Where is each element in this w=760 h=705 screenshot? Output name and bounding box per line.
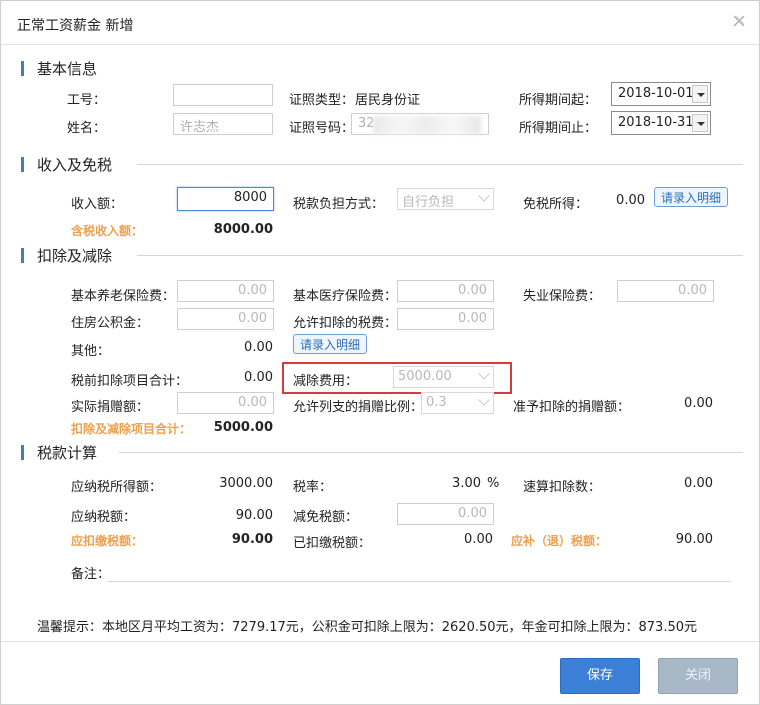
taxable-income-value: 8000.00 <box>213 222 273 237</box>
pretax-total-label: 税前扣除项目合计： <box>71 374 189 389</box>
allowed-donation-label: 准予扣除的捐赠额： <box>513 400 631 415</box>
period-start-select[interactable]: 2018-10-01 <box>611 82 711 106</box>
section-divider <box>137 164 743 165</box>
chevron-down-icon <box>478 394 490 406</box>
deduct-total-value: 5000.00 <box>213 420 273 435</box>
section-marker <box>21 61 24 76</box>
redaction-blur <box>373 116 481 134</box>
unemployment-label: 失业保险费： <box>523 289 602 304</box>
relief-label: 减免税额： <box>293 510 359 525</box>
id-type-label: 证照类型： <box>289 93 355 108</box>
reduction-value: 5000.00 <box>398 369 452 384</box>
income-label: 收入额： <box>71 197 124 212</box>
period-end-value: 2018-10-31 <box>618 115 694 130</box>
withhold-label: 应扣缴税额： <box>71 534 144 548</box>
chevron-down-icon[interactable] <box>692 85 708 103</box>
taxable-value: 3000.00 <box>219 476 273 491</box>
id-type-value: 居民身份证 <box>355 93 421 108</box>
section-title-income: 收入及免税 <box>37 156 113 174</box>
emp-no-input[interactable] <box>173 84 273 106</box>
allowed-donation-value: 0.00 <box>684 396 713 411</box>
rate-label: 税率： <box>293 480 333 495</box>
remark-input[interactable] <box>107 581 731 582</box>
refund-label: 应补（退）税额： <box>511 534 608 548</box>
donation-ratio-value: 0.3 <box>426 395 447 410</box>
chevron-down-icon[interactable] <box>692 114 708 132</box>
chevron-down-icon <box>478 190 490 202</box>
quick-label: 速算扣除数： <box>523 480 602 495</box>
remark-label: 备注： <box>71 567 111 582</box>
emp-no-label: 工号： <box>67 93 107 108</box>
deduct-total-label: 扣除及减除项目合计： <box>71 422 192 436</box>
taxable-label: 应纳税所得额： <box>71 480 163 495</box>
donation-input[interactable]: 0.00 <box>177 392 274 414</box>
income-input[interactable]: 8000 <box>177 187 274 211</box>
paid-label: 已扣缴税额： <box>293 536 372 551</box>
section-divider <box>119 452 743 453</box>
footer-divider <box>1 641 759 642</box>
allowed-tax-input[interactable]: 0.00 <box>397 308 494 330</box>
section-title-basic: 基本信息 <box>37 60 98 78</box>
section-title-tax: 税款计算 <box>37 444 98 462</box>
chevron-down-icon <box>478 368 490 380</box>
section-marker <box>21 248 24 263</box>
paid-value: 0.00 <box>464 532 493 547</box>
period-start-label: 所得期间起： <box>519 93 598 108</box>
id-no-label: 证照号码： <box>289 121 355 136</box>
other-detail-button[interactable]: 请录入明细 <box>293 334 368 354</box>
other-label: 其他： <box>71 344 111 359</box>
name-label: 姓名： <box>67 121 107 136</box>
period-start-value: 2018-10-01 <box>618 86 694 101</box>
rate-unit: % <box>487 476 500 491</box>
dialog-titlebar: 正常工资薪金 新增 <box>1 1 759 45</box>
section-divider <box>137 255 743 256</box>
period-end-select[interactable]: 2018-10-31 <box>611 111 711 135</box>
exempt-label: 免税所得： <box>523 197 589 212</box>
donation-ratio-label: 允许列支的捐赠比例： <box>293 400 424 415</box>
pension-input[interactable]: 0.00 <box>177 280 274 302</box>
section-title-deduct: 扣除及减除 <box>37 247 113 265</box>
housing-input[interactable]: 0.00 <box>177 308 274 330</box>
allowed-tax-label: 允许扣除的税费： <box>293 316 398 331</box>
reduction-select[interactable]: 5000.00 <box>393 366 494 388</box>
dialog-title: 正常工资薪金 新增 <box>17 18 134 34</box>
pension-label: 基本养老保险费： <box>71 289 176 304</box>
exempt-value: 0.00 <box>616 193 645 208</box>
donation-ratio-select[interactable]: 0.3 <box>421 392 494 414</box>
medical-label: 基本医疗保险费： <box>293 289 398 304</box>
tax-bearer-select[interactable]: 自行负担 <box>397 188 494 210</box>
close-icon[interactable] <box>731 13 747 29</box>
section-marker <box>21 445 24 460</box>
pretax-total-value: 0.00 <box>244 370 273 385</box>
name-input[interactable]: 许志杰 <box>173 113 273 135</box>
reduction-label: 减除费用： <box>293 374 359 389</box>
medical-input[interactable]: 0.00 <box>397 280 494 302</box>
dialog: 正常工资薪金 新增 基本信息 工号： 证照类型： 居民身份证 所得期间起： 20… <box>0 0 760 705</box>
period-end-label: 所得期间止： <box>519 121 598 136</box>
tip-text: 温馨提示：本地区月平均工资为：7279.17元，公积金可扣除上限为：2620.5… <box>37 620 698 635</box>
other-value: 0.00 <box>244 340 273 355</box>
save-button[interactable]: 保存 <box>560 658 640 694</box>
taxable-income-label: 含税收入额： <box>71 224 144 238</box>
payable-value: 90.00 <box>235 508 273 523</box>
donation-label: 实际捐赠额： <box>71 400 150 415</box>
section-marker <box>21 157 24 172</box>
exempt-detail-button[interactable]: 请录入明细 <box>654 187 729 207</box>
refund-value: 90.00 <box>675 532 713 547</box>
rate-value: 3.00 <box>452 476 481 491</box>
tax-bearer-value: 自行负担 <box>402 195 455 210</box>
tax-bearer-label: 税款负担方式： <box>293 197 385 212</box>
close-button[interactable]: 关闭 <box>658 658 738 694</box>
unemployment-input[interactable]: 0.00 <box>617 280 714 302</box>
withhold-value: 90.00 <box>231 532 273 547</box>
housing-label: 住房公积金： <box>71 316 150 331</box>
payable-label: 应纳税额： <box>71 510 137 525</box>
quick-value: 0.00 <box>684 476 713 491</box>
relief-input[interactable]: 0.00 <box>397 503 494 525</box>
